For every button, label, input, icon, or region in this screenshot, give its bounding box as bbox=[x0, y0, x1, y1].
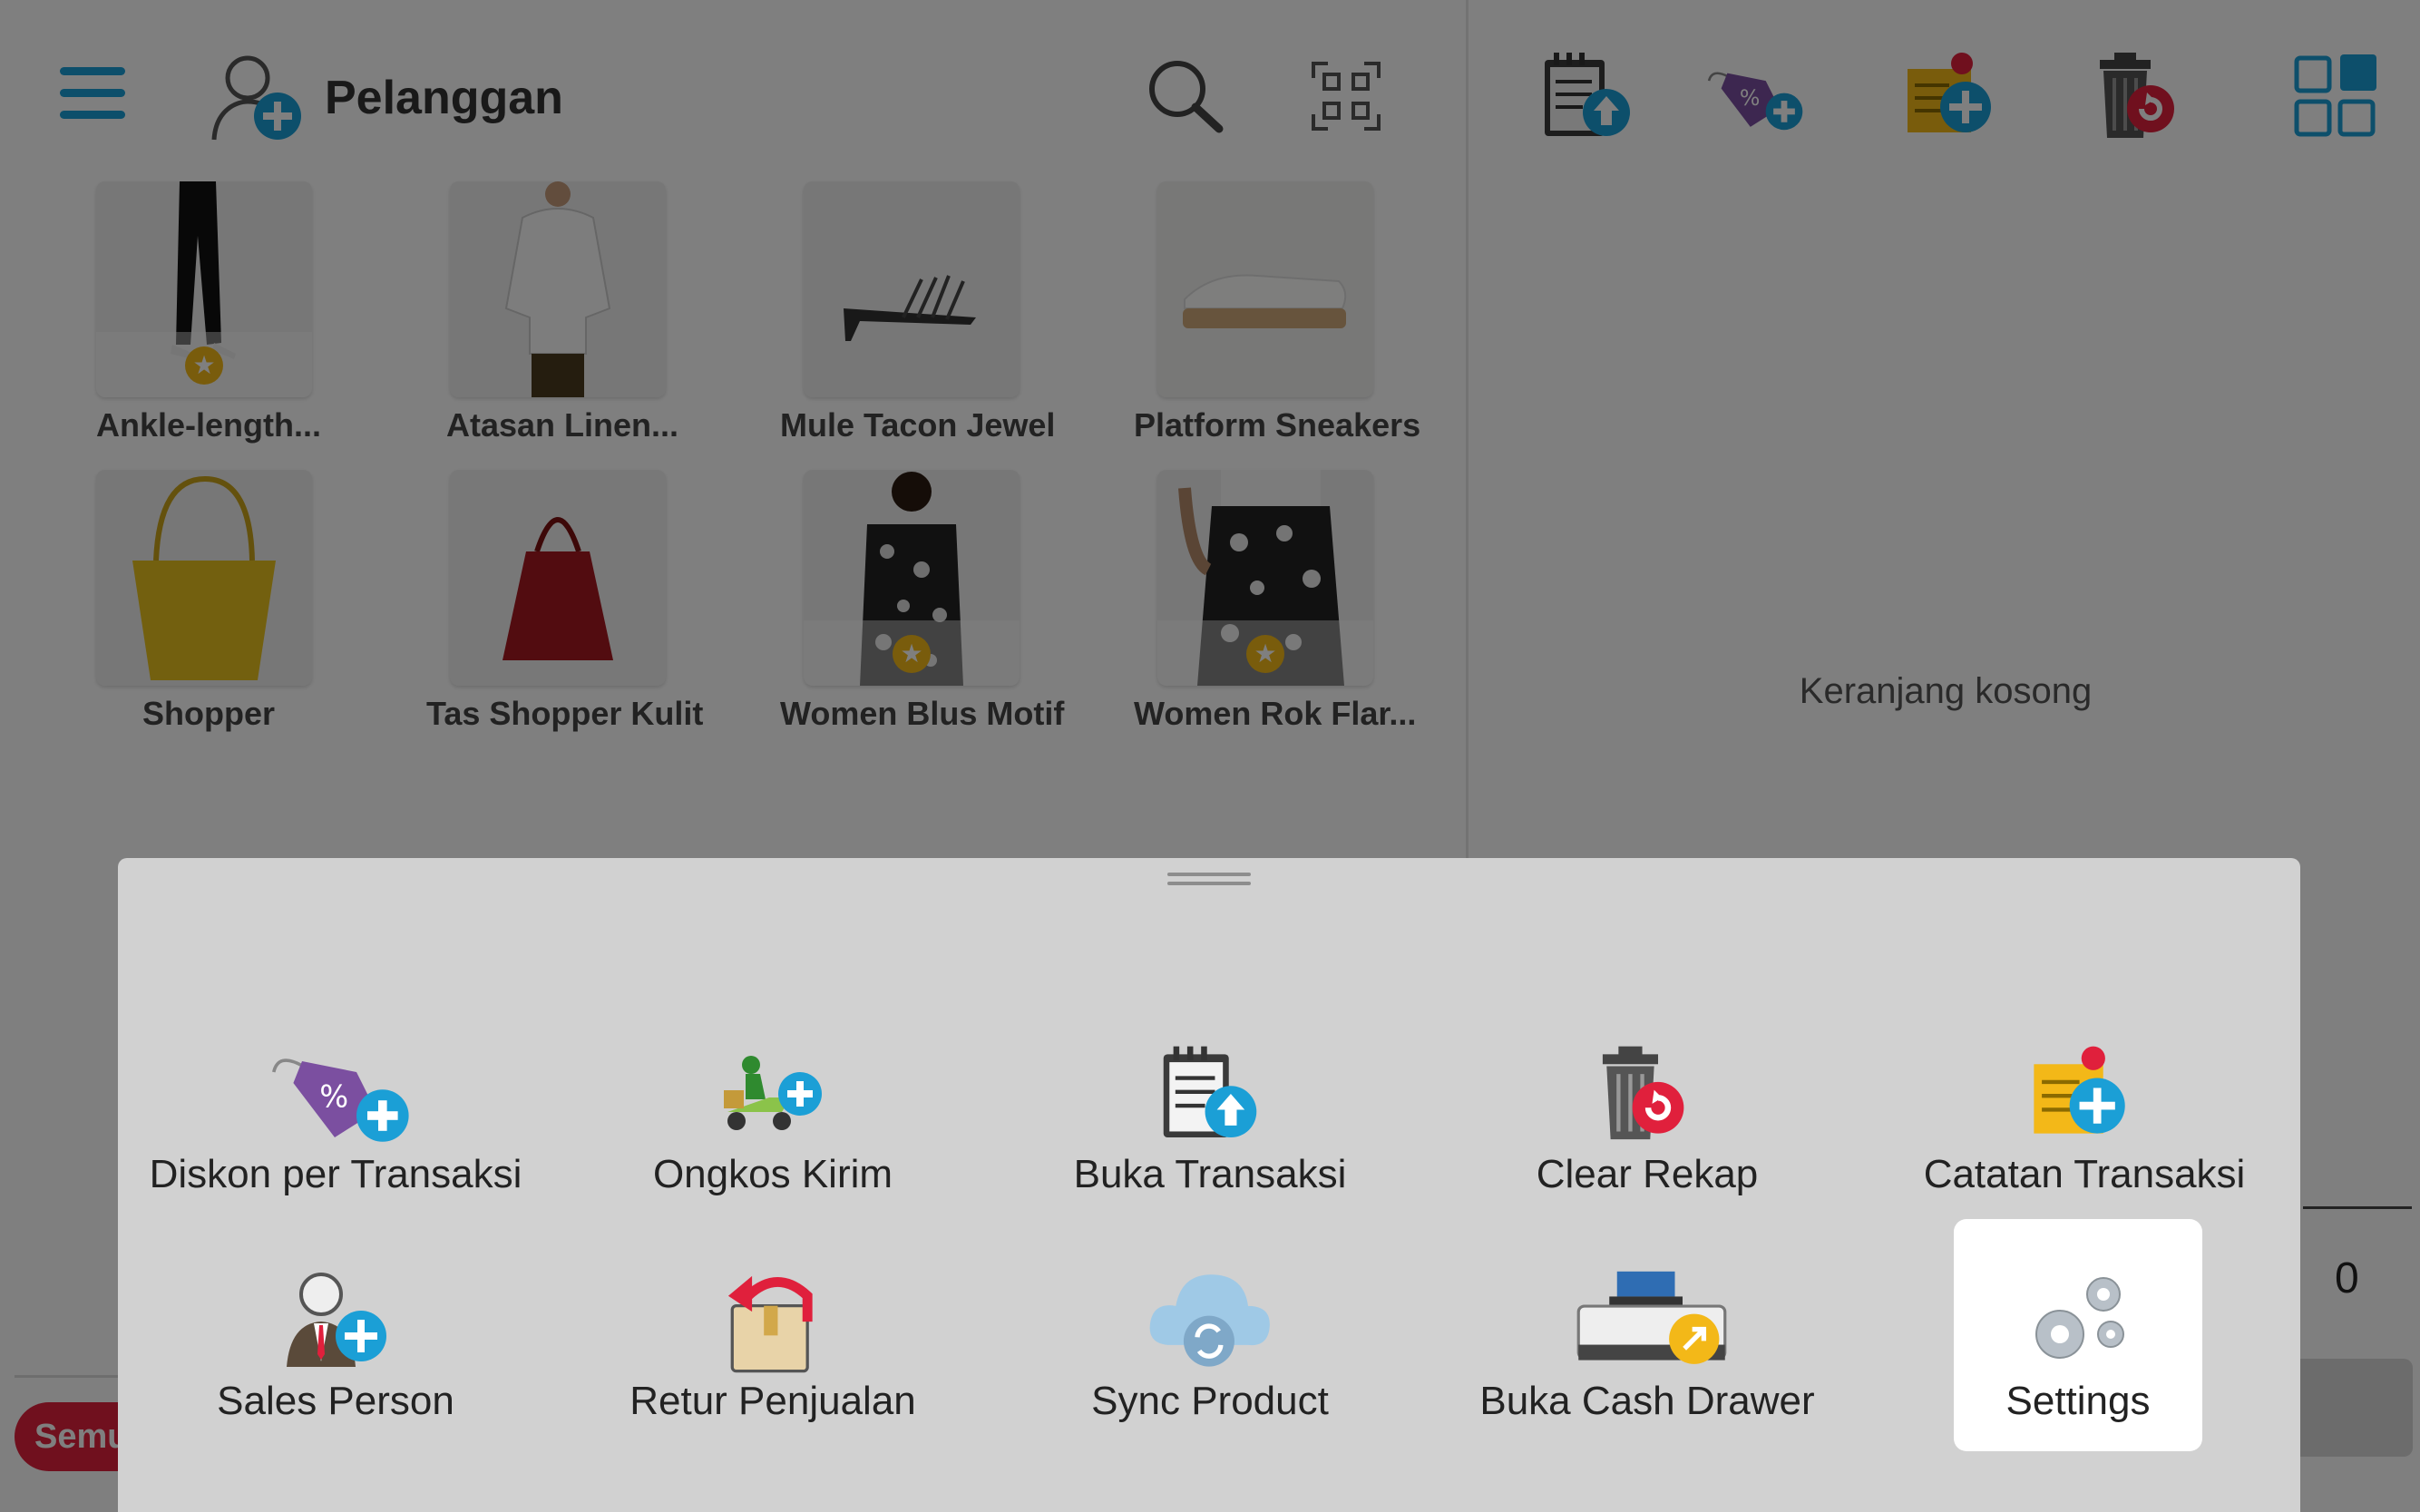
menu-item-label: Catatan Transaksi bbox=[1923, 1152, 2246, 1196]
menu-item-retur-penjualan[interactable]: Retur Penjualan bbox=[555, 1266, 990, 1493]
menu-item-buka-transaksi[interactable]: Buka Transaksi bbox=[992, 1039, 1428, 1266]
discount-tag-icon: % bbox=[272, 1058, 409, 1142]
settings-gears-icon bbox=[2035, 1277, 2124, 1359]
pos-app: Pelanggan bbox=[0, 0, 2420, 1512]
menu-item-label: Clear Rekap bbox=[1536, 1152, 1759, 1196]
menu-item-label: Settings bbox=[2005, 1379, 2151, 1423]
menu-item-label: Buka Transaksi bbox=[1073, 1152, 1347, 1196]
delivery-scooter-icon bbox=[724, 1056, 822, 1130]
sales-return-icon bbox=[727, 1275, 813, 1373]
menu-item-label: Buka Cash Drawer bbox=[1479, 1379, 1815, 1423]
menu-item-buka-cash-drawer[interactable]: Buka Cash Drawer bbox=[1430, 1266, 1865, 1493]
menu-item-label: Retur Penjualan bbox=[629, 1379, 916, 1423]
menu-item-label: Sales Person bbox=[217, 1379, 454, 1423]
menu-item-ongkos-kirim[interactable]: Ongkos Kirim bbox=[555, 1039, 990, 1266]
menu-item-diskon[interactable]: % Diskon per Transaksi bbox=[118, 1039, 553, 1266]
action-bottom-sheet: % Diskon per Transaksi Ongkos Kirim Buka… bbox=[118, 858, 2300, 1512]
open-transaction-icon bbox=[1163, 1046, 1257, 1137]
menu-item-label: Ongkos Kirim bbox=[652, 1152, 893, 1196]
trash-reset-icon bbox=[1602, 1046, 1684, 1140]
sales-person-icon bbox=[287, 1273, 386, 1367]
cloud-sync-icon bbox=[1149, 1274, 1270, 1367]
menu-item-sales-person[interactable]: Sales Person bbox=[118, 1266, 553, 1493]
svg-text:%: % bbox=[319, 1078, 348, 1114]
menu-item-label: Sync Product bbox=[1091, 1379, 1329, 1423]
menu-item-clear-rekap[interactable]: Clear Rekap bbox=[1430, 1039, 1865, 1266]
drag-handle[interactable] bbox=[1167, 873, 1251, 891]
cash-drawer-icon bbox=[1576, 1271, 1727, 1364]
menu-item-sync-product[interactable]: Sync Product bbox=[992, 1266, 1428, 1493]
menu-item-settings[interactable]: Settings bbox=[1954, 1219, 2202, 1451]
transaction-note-icon bbox=[2034, 1046, 2125, 1134]
menu-item-label: Diskon per Transaksi bbox=[149, 1152, 522, 1196]
